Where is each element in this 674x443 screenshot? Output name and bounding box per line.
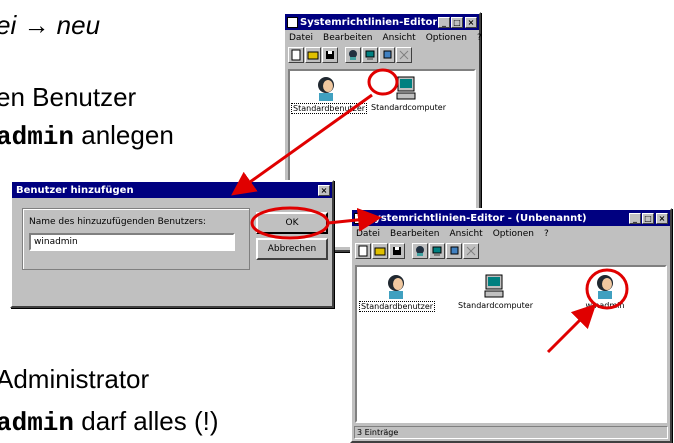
dialog-titlebar[interactable]: Benutzer hinzufügen × [12,182,332,198]
menu-help[interactable]: ? [477,33,482,43]
add-user-icon[interactable] [345,47,361,63]
menu-help[interactable]: ? [544,229,549,239]
open-icon[interactable] [305,47,321,63]
menu-ansicht[interactable]: Ansicht [449,229,482,239]
new-icon[interactable] [355,243,371,259]
editor2-statusbar: 3 Einträge [354,426,668,439]
open-icon[interactable] [372,243,388,259]
standardcomputer-item[interactable]: Standardcomputer [457,273,533,310]
menu-optionen[interactable]: Optionen [426,33,467,43]
winadmin-label: winadmin [585,301,625,310]
user-icon [388,275,404,299]
editor2-title: Systemrichtlinien-Editor - (Unbenannt) [367,212,587,224]
username-input[interactable]: winadmin [29,233,235,251]
menu-bearbeiten[interactable]: Bearbeiten [390,229,439,239]
menu-ansicht[interactable]: Ansicht [382,33,415,43]
dialog-title: Benutzer hinzufügen [16,184,134,196]
cancel-button[interactable]: Abbrechen [256,238,328,260]
editor2-client-area: Standardbenutzer Standardcomputer winadm… [355,265,667,423]
editor1-menubar: Datei Bearbeiten Ansicht Optionen ? [285,30,482,45]
standardbenutzer-item[interactable]: Standardbenutzer [291,75,368,114]
editor2-toolbar [352,241,670,261]
maximize-icon[interactable]: □ [451,16,463,28]
app-icon[interactable] [287,16,298,28]
policy-editor-window-2: Systemrichtlinien-Editor - (Unbenannt) _… [350,208,672,443]
dialog-close-icon[interactable]: × [318,184,330,196]
menu-datei[interactable]: Datei [289,33,313,43]
menu-bearbeiten[interactable]: Bearbeiten [323,33,372,43]
slide-line-5-code: admin [0,408,75,438]
add-computer-icon[interactable] [429,243,445,259]
slide-line-3-code: admin [0,122,75,152]
ok-button[interactable]: OK [256,212,328,234]
close-icon[interactable]: × [656,212,668,224]
standardbenutzer-label: Standardbenutzer [359,301,436,312]
dialog-prompt: Name des hinzuzufügenden Benutzers: [29,217,206,227]
save-icon[interactable] [389,243,405,259]
dialog-group-box: Name des hinzuzufügenden Benutzers: wina… [22,208,250,270]
maximize-icon[interactable]: □ [642,212,654,224]
standardcomputer-label: Standardcomputer [371,103,446,112]
add-group-icon[interactable] [446,243,462,259]
remove-icon[interactable] [396,47,412,63]
editor1-toolbar [285,45,479,65]
standardbenutzer-label: Standardbenutzer [291,103,368,114]
minimize-icon[interactable]: _ [629,212,641,224]
user-icon [318,77,334,101]
editor1-titlebar[interactable]: Systemrichtlinien-Editor - (Unbenannt) _… [285,14,479,30]
slide-line-1: ei → neu [0,10,101,40]
add-computer-icon[interactable] [362,47,378,63]
slide-line-4: Administrator [0,364,150,394]
user-icon [597,275,613,299]
computer-icon [396,76,416,100]
editor1-title: Systemrichtlinien-Editor - (Unbenannt) [300,16,437,28]
standardbenutzer-item[interactable]: Standardbenutzer [359,273,436,312]
menu-datei[interactable]: Datei [356,229,380,239]
computer-icon [484,274,504,298]
new-icon[interactable] [288,47,304,63]
minimize-icon[interactable]: _ [438,16,450,28]
save-icon[interactable] [322,47,338,63]
editor2-menubar: Datei Bearbeiten Ansicht Optionen ? [352,226,670,241]
slide-line-3-text: anlegen [74,120,174,150]
slide-line-2: en Benutzer [0,82,137,112]
close-icon[interactable]: × [465,16,477,28]
add-group-icon[interactable] [379,47,395,63]
winadmin-item[interactable]: winadmin [575,273,635,310]
slide-line-3: admin anlegen [0,120,174,152]
add-user-dialog: Benutzer hinzufügen × Name des hinzuzufü… [10,180,334,308]
editor2-titlebar[interactable]: Systemrichtlinien-Editor - (Unbenannt) _… [352,210,670,226]
slide-line-5: admin darf alles (!) [0,406,219,438]
slide-line-5-text: darf alles (!) [74,406,219,436]
standardcomputer-label: Standardcomputer [458,301,533,310]
remove-icon[interactable] [463,243,479,259]
add-user-icon[interactable] [412,243,428,259]
standardcomputer-item[interactable]: Standardcomputer [370,75,446,112]
menu-optionen[interactable]: Optionen [493,229,534,239]
app-icon[interactable] [354,212,365,224]
